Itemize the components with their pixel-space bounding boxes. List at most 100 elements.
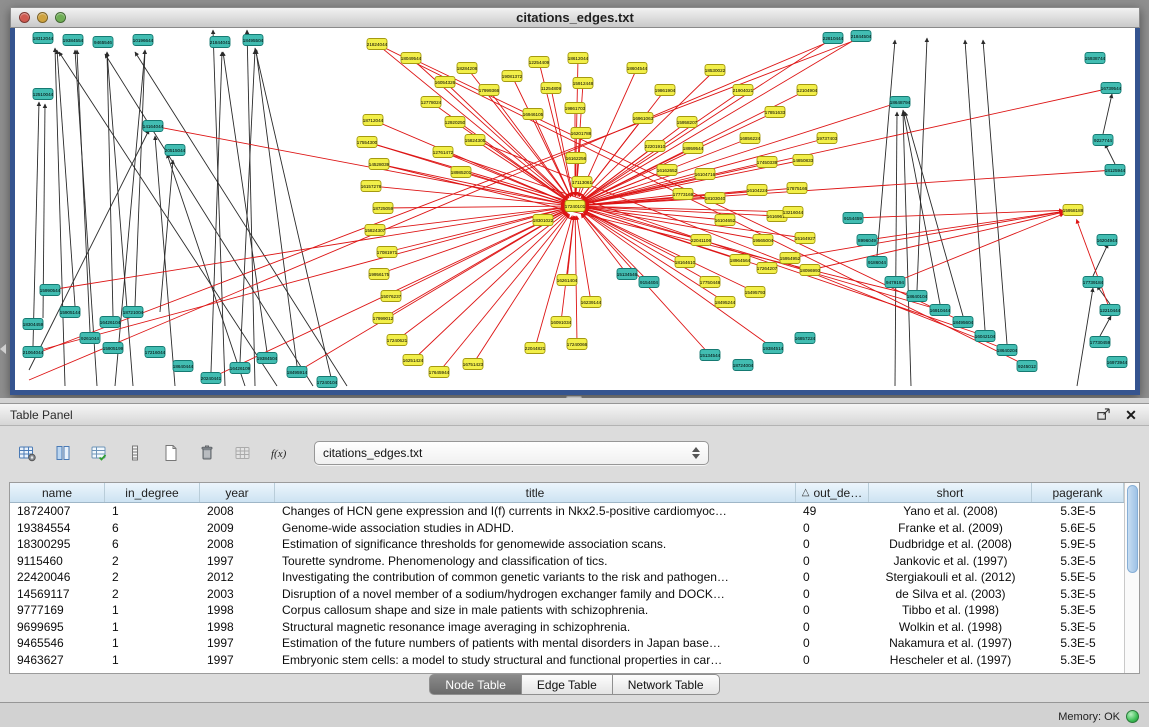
zoom-window-button[interactable] — [55, 12, 66, 23]
graph-node[interactable]: 12761472 — [433, 147, 454, 158]
graph-node[interactable]: 15912448 — [573, 78, 594, 89]
graph-node[interactable]: 17081971 — [377, 247, 398, 258]
table-row[interactable]: 1830029562008Estimation of significance … — [10, 536, 1124, 553]
graph-node[interactable]: 17739184 — [1083, 277, 1104, 288]
graph-node[interactable]: 18304459 — [23, 319, 44, 330]
graph-node[interactable]: 19081372 — [502, 71, 523, 82]
table-row[interactable]: 1456911722003Disruption of a novel membe… — [10, 586, 1124, 603]
graph-node[interactable]: 16054326 — [435, 77, 456, 88]
graph-node[interactable]: 22810444 — [823, 33, 844, 44]
graph-node[interactable]: 21844041 — [210, 37, 231, 48]
graph-node[interactable]: 15076237 — [381, 291, 402, 302]
graph-node[interactable]: 19861703 — [565, 103, 586, 114]
graph-node[interactable]: 9227744 — [1093, 135, 1113, 146]
function-builder-icon[interactable]: f(x) — [264, 438, 294, 468]
graph-node[interactable]: 21844504 — [851, 31, 872, 42]
graph-node[interactable]: 17113061 — [572, 177, 593, 188]
delete-icon[interactable] — [192, 438, 222, 468]
graph-node[interactable]: 17999012 — [373, 313, 394, 324]
table-settings-icon[interactable] — [12, 438, 42, 468]
graph-node[interactable]: 17450339 — [757, 157, 778, 168]
graph-node[interactable]: 16104716 — [695, 169, 716, 180]
graph-node[interactable]: 18096993 — [800, 265, 821, 276]
graph-node[interactable]: 16739544 — [1101, 83, 1122, 94]
graph-node[interactable]: 18530022 — [705, 65, 726, 76]
graph-node[interactable]: 17851633 — [765, 107, 786, 118]
graph-node[interactable]: 17240104 — [317, 377, 338, 388]
table-row[interactable]: 969969511998Structural magnetic resonanc… — [10, 619, 1124, 636]
graph-node[interactable]: 15954952 — [780, 253, 801, 264]
graph-node[interactable]: 16910444 — [930, 305, 951, 316]
close-window-button[interactable] — [19, 12, 30, 23]
row-height-icon[interactable] — [120, 438, 150, 468]
graph-node[interactable]: 12210444 — [1100, 305, 1121, 316]
graph-node[interactable]: 15134546 — [617, 269, 638, 280]
graph-node[interactable]: 18985201 — [451, 167, 472, 178]
tab-edge-table[interactable]: Edge Table — [522, 674, 613, 695]
scrollbar-thumb[interactable] — [1127, 485, 1138, 573]
graph-node[interactable]: 19384514 — [763, 343, 784, 354]
graph-node[interactable]: 16201788 — [571, 128, 592, 139]
graph-node[interactable]: 16857224 — [795, 333, 816, 344]
graph-node[interactable]: 17730459 — [1090, 337, 1111, 348]
graph-node[interactable]: 18164610 — [675, 257, 696, 268]
table-source-dropdown[interactable]: citations_edges.txt — [314, 441, 709, 465]
graph-node[interactable]: 18495244 — [715, 297, 736, 308]
graph-node[interactable]: 16104224 — [747, 185, 768, 196]
graph-node[interactable]: 17875166 — [787, 183, 808, 194]
graph-node[interactable]: 9186044 — [867, 257, 887, 268]
graph-node[interactable]: 15958188 — [1063, 205, 1084, 216]
graph-node[interactable]: 9465546 — [93, 37, 113, 48]
table-row[interactable]: 2242004622012Investigating the contribut… — [10, 569, 1124, 586]
graph-node[interactable]: 18725059 — [373, 203, 394, 214]
graph-node[interactable]: 12254409 — [529, 57, 550, 68]
graph-node[interactable]: 22044821 — [525, 343, 546, 354]
graph-node[interactable]: 18964564 — [730, 255, 751, 266]
graph-node[interactable]: 9245012 — [1017, 361, 1037, 372]
graph-node[interactable]: 15824307 — [365, 225, 386, 236]
graph-node[interactable]: 17773169 — [673, 189, 694, 200]
graph-node[interactable]: 9154459 — [843, 213, 863, 224]
graph-node[interactable]: 15905144 — [60, 307, 81, 318]
graph-node[interactable]: 21824044 — [367, 39, 388, 50]
network-canvas[interactable]: 1861204415912448198617031620178816162256… — [10, 28, 1140, 395]
graph-node[interactable]: 16946105 — [523, 109, 544, 120]
column-header-pagerank[interactable]: pagerank — [1032, 483, 1124, 502]
graph-node[interactable]: 9479194 — [885, 277, 905, 288]
column-header-title[interactable]: title — [275, 483, 796, 502]
graph-node[interactable]: 16961063 — [633, 113, 654, 124]
graph-node[interactable]: 12510044 — [33, 89, 54, 100]
graph-node[interactable]: 17240621 — [387, 335, 408, 346]
graph-node[interactable]: 18612044 — [568, 53, 589, 64]
column-header-name[interactable]: name — [10, 483, 105, 502]
graph-node[interactable]: 17240066 — [567, 339, 588, 350]
column-header-short[interactable]: short — [869, 483, 1032, 502]
graph-node[interactable]: 19384504 — [257, 353, 278, 364]
column-header-year[interactable]: year — [200, 483, 275, 502]
graph-node[interactable]: 15824305 — [465, 135, 486, 146]
graph-node[interactable]: 16426104 — [100, 317, 121, 328]
graph-node[interactable]: 15905199 — [103, 343, 124, 354]
graph-node[interactable]: 18640104 — [907, 291, 928, 302]
close-panel-icon[interactable]: ✕ — [1123, 407, 1139, 423]
graph-node[interactable]: 16261404 — [557, 275, 578, 286]
graph-node[interactable]: 19956175 — [369, 269, 390, 280]
graph-node[interactable]: 21904021 — [733, 85, 754, 96]
graph-node[interactable]: 22201910 — [645, 141, 666, 152]
citation-network-graph[interactable]: 1861204415912448198617031620178816162256… — [15, 28, 1135, 389]
graph-node[interactable]: 18712044 — [363, 115, 384, 126]
column-header-in_degree[interactable]: in_degree — [105, 483, 200, 502]
graph-node[interactable]: 19861904 — [655, 85, 676, 96]
table-row[interactable]: 1938455462009Genome-wide association stu… — [10, 520, 1124, 537]
graph-node[interactable]: 18724004 — [733, 360, 754, 371]
minimize-window-button[interactable] — [37, 12, 48, 23]
window-titlebar[interactable]: citations_edges.txt — [10, 7, 1140, 28]
graph-node[interactable]: 20515044 — [165, 145, 186, 156]
disabled-table-icon[interactable] — [228, 438, 258, 468]
graph-node[interactable]: 16973944 — [1107, 357, 1128, 368]
graph-node[interactable]: 18648794 — [890, 97, 911, 108]
graph-node[interactable]: 18495914 — [287, 367, 308, 378]
graph-node[interactable]: 18959544 — [683, 143, 704, 154]
graph-node[interactable]: 15958207 — [677, 117, 698, 128]
graph-node[interactable]: 18604544 — [627, 63, 648, 74]
